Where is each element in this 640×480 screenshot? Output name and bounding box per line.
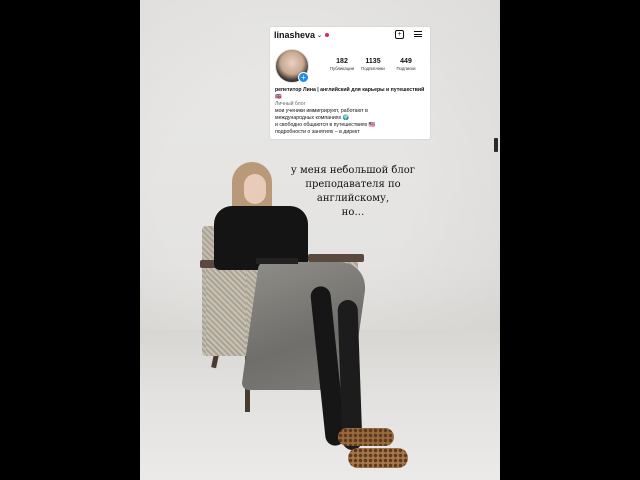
stat-following-value: 449 <box>400 58 412 65</box>
stat-following-label: Подписки <box>396 66 416 71</box>
caption-line: у меня небольшой блог <box>290 165 416 176</box>
stat-followers[interactable]: 1135 Подписчики <box>357 58 389 71</box>
hamburger-menu-icon[interactable] <box>414 30 422 38</box>
caption-line: английскому, <box>316 193 390 204</box>
bio-line: и свободно общаются в путешествиях 🇺🇸 <box>275 122 376 128</box>
notification-dot <box>325 33 330 37</box>
left-letterbox <box>0 0 140 480</box>
profile-header: linasheva ⌄ <box>274 30 330 40</box>
woman-face <box>244 174 266 204</box>
stat-posts-value: 182 <box>336 58 348 65</box>
belt <box>256 258 298 264</box>
bio-category: Личный блог <box>275 101 306 107</box>
bio-line: подробности о занятиях – в директ <box>275 129 360 135</box>
photo-frame: linasheva ⌄ + + 182 Публикации 1135 Подп… <box>140 0 500 480</box>
bio-line: международных компаниях 🌍 <box>275 115 350 121</box>
stat-following[interactable]: 449 Подписки <box>391 58 421 71</box>
stat-posts-label: Публикации <box>329 66 355 71</box>
plus-square-icon[interactable]: + <box>395 30 404 39</box>
chair-side <box>206 266 246 356</box>
profile-card: linasheva ⌄ + + 182 Публикации 1135 Подп… <box>270 27 430 139</box>
right-letterbox <box>500 0 640 480</box>
stat-followers-value: 1135 <box>365 58 381 65</box>
chair-armrest <box>308 254 364 262</box>
leopard-shoe <box>338 428 394 446</box>
wall-hook <box>494 138 498 152</box>
chevron-down-icon[interactable]: ⌄ <box>317 32 322 39</box>
leopard-shoe <box>348 448 408 468</box>
caption-line: преподавателя по <box>305 179 401 190</box>
plus-circle-icon[interactable]: + <box>298 72 309 83</box>
caption-line: но… <box>341 207 365 218</box>
profile-bio: репетитор Лина | английский для карьеры … <box>275 87 427 136</box>
bio-name: репетитор Лина | английский для карьеры … <box>275 87 425 100</box>
username[interactable]: linasheva <box>274 30 315 40</box>
video-caption: у меня небольшой блог преподавателя по а… <box>290 164 416 220</box>
stat-posts[interactable]: 182 Публикации <box>327 58 357 71</box>
bio-line: мои ученики иммигрируют, работают в <box>275 108 368 114</box>
stat-followers-label: Подписчики <box>361 66 385 71</box>
